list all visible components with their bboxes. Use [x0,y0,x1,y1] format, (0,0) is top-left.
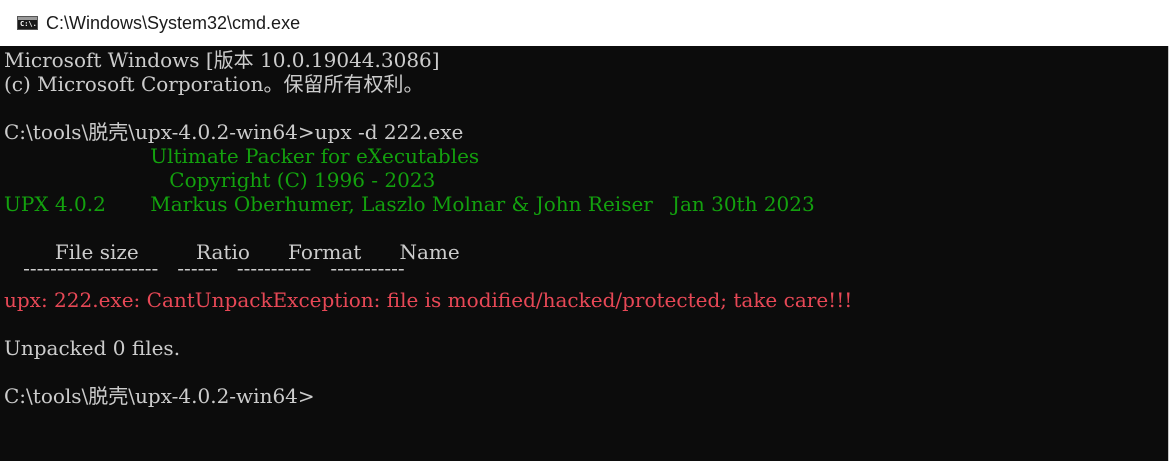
console-line-error: upx: 222.exe: CantUnpackException: file … [4,288,853,312]
console-line-upx-copyright: Copyright (C) 1996 - 2023 [4,168,436,192]
console-line-result: Unpacked 0 files. [4,336,181,360]
console-output[interactable]: Microsoft Windows [版本 10.0.19044.3086] (… [0,46,1169,461]
console-line-command: C:\tools\脱壳\upx-4.0.2-win64>upx -d 222.e… [4,120,464,144]
console-line-upx-banner: Ultimate Packer for eXecutables [4,144,480,168]
window-title: C:\Windows\System32\cmd.exe [46,12,301,33]
console-line-table-rule: -------------------- ------ ----------- … [4,256,405,280]
title-bar[interactable]: C:\. C:\Windows\System32\cmd.exe [0,0,1169,46]
cmd-window: C:\. C:\Windows\System32\cmd.exe Microso… [0,0,1169,461]
cmd-console-icon: C:\. [17,16,38,30]
console-line-prompt[interactable]: C:\tools\脱壳\upx-4.0.2-win64> [4,384,315,408]
console-line-copyright: (c) Microsoft Corporation。保留所有权利。 [4,72,424,96]
console-line-upx-authors: UPX 4.0.2 Markus Oberhumer, Laszlo Molna… [4,192,815,216]
console-line-version: Microsoft Windows [版本 10.0.19044.3086] [4,48,440,72]
